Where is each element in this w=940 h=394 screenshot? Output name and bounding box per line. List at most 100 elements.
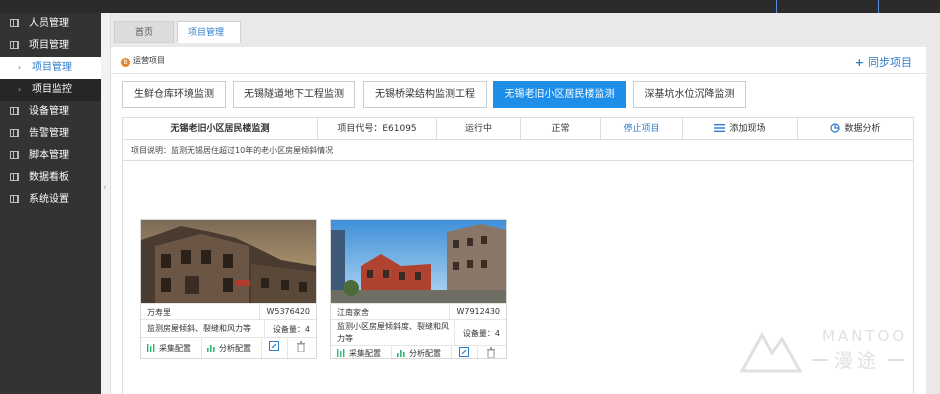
site-card[interactable]: 万寿里 W5376420 监测房屋倾斜、裂缝和风力等 设备量：4 采集配置 分析… [140,219,317,360]
grid-icon [10,151,19,159]
site-code: W5376420 [266,307,310,316]
chevron-left-icon: ‹ [103,183,107,193]
grid-icon [10,173,19,181]
sidebar-item-label: 人员管理 [29,18,69,29]
divider [201,338,202,360]
top-bar-divider [776,0,777,13]
sidebar-item-label: 脚本管理 [29,150,69,161]
sidebar-item-label: 系统设置 [29,194,69,205]
collect-icon [147,344,155,352]
panel-title: B 运营项目 [121,55,165,67]
analysis-config-button[interactable]: 分析配置 [207,343,251,354]
data-analysis-label: 数据分析 [844,124,881,134]
caret-right-icon: › [18,63,22,72]
sidebar: 人员管理 项目管理 › 项目管理 › 项目监控 设备管理 告警管理 脚本管理 数据看… [0,13,101,394]
site-row: 监测房屋倾斜、裂缝和风力等 设备量：4 [141,319,316,338]
divider [451,346,452,360]
stop-project-button[interactable]: 停止项目 [601,118,683,140]
divider [111,73,926,74]
divider [264,320,265,338]
tab-home[interactable]: 首页 [114,21,174,43]
sync-project-button[interactable]: + 同步项目 [855,54,912,70]
divider [287,338,288,360]
site-device-count: 设备量：4 [462,329,500,338]
edit-icon[interactable] [269,341,279,353]
grid-icon [10,41,19,49]
bar-chart-icon [207,345,215,352]
edit-icon[interactable] [459,347,469,359]
grid-icon [10,19,19,27]
divider [449,304,450,320]
sidebar-item-label: 设备管理 [29,106,69,117]
sidebar-item-dashboard[interactable]: 数据看板 [0,167,101,189]
analysis-config-button[interactable]: 分析配置 [397,348,441,359]
site-device-count: 设备量：4 [272,325,310,334]
grid-icon [10,107,19,115]
sidebar-item-label: 告警管理 [29,128,69,139]
project-status: 运行中 [437,118,521,140]
site-actions: 采集配置 分析配置 [331,345,506,360]
top-bar-divider [878,0,879,13]
sidebar-item-label: 项目管理 [32,62,72,73]
sidebar-item-label: 项目管理 [29,40,69,51]
tab-label: 项目管理 [188,28,225,38]
trash-icon[interactable] [296,341,306,354]
sync-label: 同步项目 [868,56,912,69]
analysis-config-label: 分析配置 [219,344,251,353]
site-description: 监测房屋倾斜、裂缝和风力等 [147,324,251,333]
project-button[interactable]: 无锡桥梁结构监测工程 [363,81,487,108]
sidebar-item-alarms[interactable]: 告警管理 [0,123,101,145]
site-code: W7912430 [456,307,500,316]
site-photo [331,220,506,303]
project-button[interactable]: 生鲜仓库环境监测 [122,81,226,108]
divider [391,346,392,360]
bar-chart-icon [397,350,405,357]
divider [454,320,455,346]
sidebar-subitem-project-monitor[interactable]: › 项目监控 [0,79,101,101]
panel-header: B 运营项目 + 同步项目 [111,53,926,69]
project-button[interactable]: 无锡隧道地下工程监测 [233,81,355,108]
top-bar [0,0,940,13]
watermark-brand-en: MANTOO [822,327,907,345]
tab-project-manage[interactable]: 项目管理✕ [177,21,241,60]
analysis-config-label: 分析配置 [409,349,441,358]
add-site-label: 添加现场 [729,124,766,134]
site-name: 江南家舍 [337,308,369,317]
project-button-active[interactable]: 无锡老旧小区居民楼监测 [493,81,626,108]
project-button[interactable]: 深基坑水位沉降监测 [633,81,746,108]
plus-icon: + [854,56,864,69]
divider [261,338,262,360]
collect-icon [337,349,345,357]
site-description: 监测小区房屋倾斜度、裂缝和风力等 [337,322,449,343]
project-health: 正常 [521,118,601,140]
collect-config-button[interactable]: 采集配置 [147,343,191,354]
pie-chart-icon [830,123,841,133]
project-code: 项目代号：E61095 [318,118,437,140]
sidebar-item-scripts[interactable]: 脚本管理 [0,145,101,167]
sidebar-collapse-handle[interactable]: ‹ [101,13,111,394]
list-icon [714,124,726,132]
collect-config-button[interactable]: 采集配置 [337,348,381,359]
divider [259,304,260,320]
sidebar-item-settings[interactable]: 系统设置 [0,189,101,211]
watermark-brand-cn: 漫途 [834,350,880,372]
sidebar-item-label: 数据看板 [29,172,69,183]
divider [477,346,478,360]
trash-icon[interactable] [486,347,496,360]
sidebar-item-label: 项目监控 [32,84,72,95]
site-row: 监测小区房屋倾斜度、裂缝和风力等 设备量：4 [331,319,506,346]
tab-bar: 首页 项目管理✕ [111,13,940,60]
sidebar-item-people[interactable]: 人员管理 [0,13,101,35]
sidebar-item-devices[interactable]: 设备管理 [0,101,101,123]
mantoo-watermark: MANTOO 漫途 [738,321,918,376]
site-card[interactable]: 江南家舍 W7912430 监测小区房屋倾斜度、裂缝和风力等 设备量：4 采集配… [330,219,507,360]
site-row: 万寿里 W5376420 [141,303,316,320]
sidebar-subitem-project-manage[interactable]: › 项目管理 [0,57,101,79]
add-site-button[interactable]: 添加现场 [683,118,798,140]
sidebar-item-projects[interactable]: 项目管理 [0,35,101,57]
collect-config-label: 采集配置 [349,349,381,358]
panel-title-text: 运营项目 [133,56,165,65]
badge-icon: B [121,58,130,67]
grid-icon [10,195,19,203]
data-analysis-button[interactable]: 数据分析 [798,118,913,140]
